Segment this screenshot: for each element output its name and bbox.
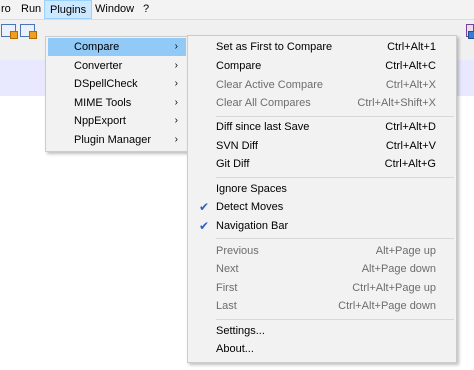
menu-item-shortcut: Ctrl+Alt+X: [385, 79, 436, 91]
menu-item-shortcut: Ctrl+Alt+Shift+X: [357, 97, 436, 109]
compare-item-clear-active: Clear Active Compare Ctrl+Alt+X: [190, 76, 454, 94]
compare-item-ignore-spaces[interactable]: Ignore Spaces: [190, 180, 454, 198]
menu-bar: ro Run Plugins Window ?: [0, 0, 474, 20]
menu-window[interactable]: Window: [90, 0, 139, 19]
compare-item-svn-diff[interactable]: SVN Diff Ctrl+Alt+V: [190, 137, 454, 155]
menu-item-label: Git Diff: [216, 158, 250, 170]
compare-submenu: Set as First to Compare Ctrl+Alt+1 Compa…: [187, 35, 457, 363]
menu-help[interactable]: ?: [138, 0, 154, 19]
menu-item-label: About...: [216, 343, 254, 355]
menu-item-shortcut: Ctrl+Alt+D: [385, 121, 436, 133]
menu-item-shortcut: Ctrl+Alt+Page down: [338, 300, 436, 312]
menu-item-label: DSpellCheck: [74, 78, 138, 90]
menu-item-label: Converter: [74, 60, 123, 72]
menu-item-label: Diff since last Save: [216, 121, 310, 133]
save-file-icon[interactable]: [20, 24, 37, 39]
plugins-item-plugin-manager[interactable]: Plugin Manager ›: [48, 131, 186, 149]
menu-item-label: Previous: [216, 245, 259, 257]
compare-item-previous: Previous Alt+Page up: [190, 242, 454, 260]
compare-item-first: First Ctrl+Alt+Page up: [190, 279, 454, 297]
menu-item-label: Settings...: [216, 325, 265, 337]
compare-item-navigation-bar[interactable]: ✔ Navigation Bar: [190, 217, 454, 235]
menu-item-shortcut: Ctrl+Alt+V: [385, 140, 436, 152]
menu-item-label: SVN Diff: [216, 140, 258, 152]
plugins-item-compare[interactable]: Compare ›: [48, 38, 186, 56]
menu-separator: [216, 319, 454, 320]
menu-item-label: First: [216, 282, 238, 294]
menu-item-shortcut: Ctrl+Alt+G: [384, 158, 436, 170]
menu-item-shortcut: Alt+Page up: [375, 245, 436, 257]
compare-item-next: Next Alt+Page down: [190, 260, 454, 278]
open-file-icon[interactable]: [1, 24, 18, 39]
menu-separator: [216, 238, 454, 239]
menu-item-label: Plugin Manager: [74, 134, 152, 146]
plugins-menu: Compare › Converter › DSpellCheck › MIME…: [45, 36, 189, 152]
submenu-arrow-icon: ›: [174, 115, 178, 126]
menu-item-label: Compare: [74, 41, 120, 53]
toolbar-overflow-icon[interactable]: [466, 24, 474, 39]
menu-item-shortcut: Alt+Page down: [361, 263, 436, 275]
compare-item-last: Last Ctrl+Alt+Page down: [190, 297, 454, 315]
compare-item-diff-since-save[interactable]: Diff since last Save Ctrl+Alt+D: [190, 118, 454, 136]
menu-item-shortcut: Ctrl+Alt+Page up: [352, 282, 436, 294]
compare-item-compare[interactable]: Compare Ctrl+Alt+C: [190, 57, 454, 75]
checkmark-icon: ✔: [198, 200, 210, 214]
menu-run[interactable]: Run: [16, 0, 46, 19]
plugins-item-nppexport[interactable]: NppExport ›: [48, 112, 186, 130]
menu-item-label: Set as First to Compare: [216, 41, 333, 53]
submenu-arrow-icon: ›: [174, 41, 178, 52]
plugins-item-dspellcheck[interactable]: DSpellCheck ›: [48, 75, 186, 93]
compare-item-clear-all: Clear All Compares Ctrl+Alt+Shift+X: [190, 94, 454, 112]
compare-item-settings[interactable]: Settings...: [190, 322, 454, 340]
submenu-arrow-icon: ›: [174, 78, 178, 89]
submenu-arrow-icon: ›: [174, 134, 178, 145]
plugins-item-mime-tools[interactable]: MIME Tools ›: [48, 94, 186, 112]
menu-item-label: Clear Active Compare: [216, 79, 323, 91]
plugins-item-converter[interactable]: Converter ›: [48, 57, 186, 75]
menu-item-label: Clear All Compares: [216, 97, 311, 109]
menu-item-label: Navigation Bar: [216, 220, 289, 232]
compare-item-git-diff[interactable]: Git Diff Ctrl+Alt+G: [190, 155, 454, 173]
submenu-arrow-icon: ›: [174, 60, 178, 71]
menu-item-label: NppExport: [74, 115, 126, 127]
menu-item-label: Detect Moves: [216, 201, 284, 213]
menu-item-label: Next: [216, 263, 239, 275]
menu-separator: [216, 116, 454, 117]
menu-item-label: MIME Tools: [74, 97, 132, 109]
menu-item-label: Ignore Spaces: [216, 183, 287, 195]
menu-item-label: Last: [216, 300, 237, 312]
compare-item-detect-moves[interactable]: ✔ Detect Moves: [190, 198, 454, 216]
compare-item-set-first[interactable]: Set as First to Compare Ctrl+Alt+1: [190, 38, 454, 56]
menu-macro[interactable]: ro: [0, 0, 16, 19]
menu-plugins[interactable]: Plugins: [44, 0, 93, 19]
menu-item-label: Compare: [216, 60, 262, 72]
compare-item-about[interactable]: About...: [190, 340, 454, 358]
menu-item-shortcut: Ctrl+Alt+1: [387, 41, 436, 53]
menu-item-shortcut: Ctrl+Alt+C: [385, 60, 436, 72]
submenu-arrow-icon: ›: [174, 97, 178, 108]
checkmark-icon: ✔: [198, 219, 210, 233]
menu-separator: [216, 177, 454, 178]
